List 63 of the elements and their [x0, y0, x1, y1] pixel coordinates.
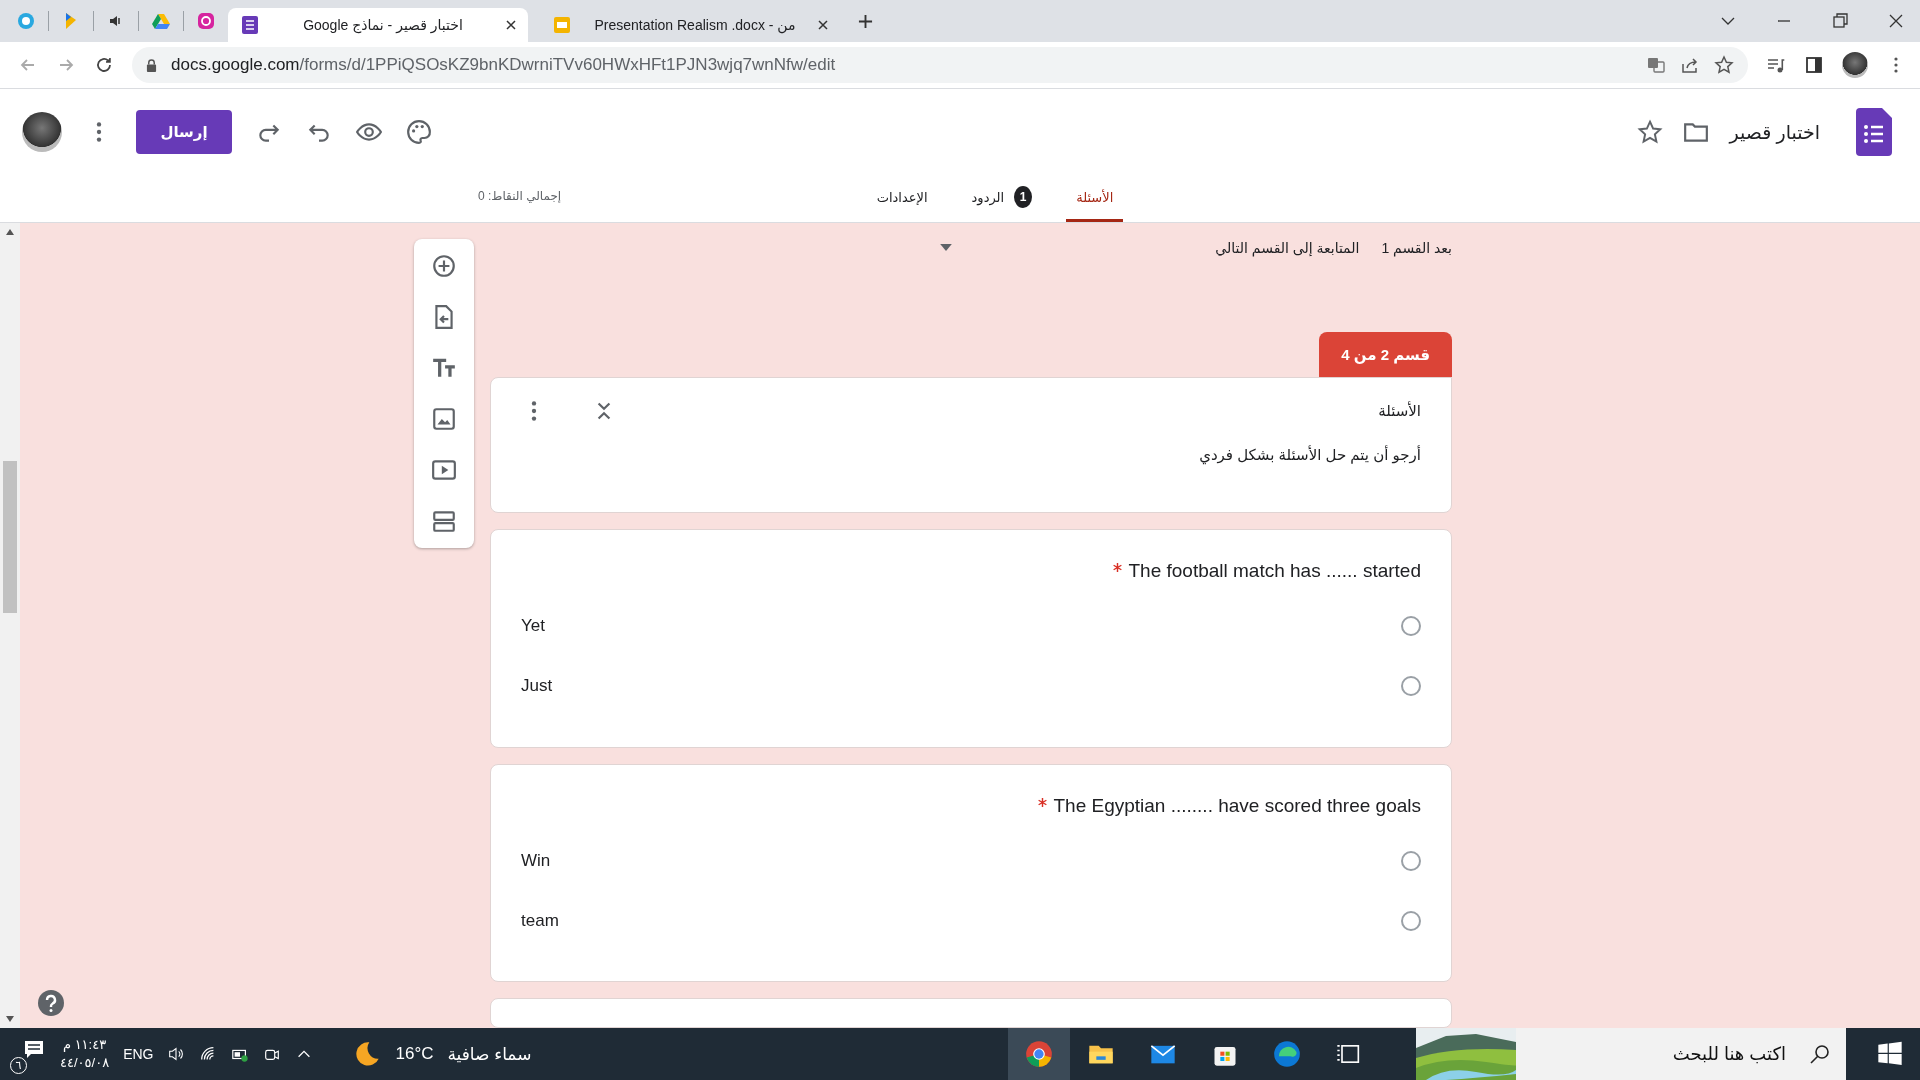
image-icon[interactable]: [431, 406, 457, 432]
star-icon[interactable]: [1714, 55, 1734, 75]
option-label: Win: [521, 850, 551, 871]
section-label: بعد القسم 1: [1381, 239, 1452, 256]
new-tab-icon[interactable]: [858, 13, 873, 29]
clock-date: ٤٤/٠٥/٠٨: [60, 1054, 110, 1072]
star-icon[interactable]: [1637, 119, 1664, 145]
section-navigation-select[interactable]: المتابعة إلى القسم التالي: [1215, 239, 1360, 256]
forms-icon[interactable]: [1856, 108, 1892, 156]
section-icon[interactable]: [431, 508, 457, 534]
weather-text[interactable]: سماء صافية: [447, 1043, 532, 1065]
section-description: أرجو أن يتم حل الأسئلة بشكل فردي: [1198, 446, 1421, 465]
tab-title: Presentation Realism .docx - من: [593, 17, 797, 33]
url-text: docs.google.com/forms/d/1PPiQSOsKZ9bnKDwrniTVv60HWxHFt1PJN3wjq7wnNfw/edit: [171, 55, 836, 75]
scrollbar-thumb[interactable]: [3, 461, 17, 613]
total-points: إجمالي النقاط: 0: [478, 189, 562, 203]
add-icon[interactable]: [431, 253, 457, 279]
circle-app-icon[interactable]: [16, 11, 36, 31]
avatar[interactable]: [22, 112, 62, 152]
question-text: The football match has ...... started: [1128, 560, 1421, 583]
send-button[interactable]: إرسال: [136, 110, 232, 154]
drive-icon[interactable]: [151, 11, 171, 31]
question-text: The Egyptian ........ have scored three goals: [1053, 794, 1421, 817]
browser-tab[interactable]: Presentation Realism .docx - من: [540, 8, 840, 42]
side-panel-icon[interactable]: [1804, 55, 1824, 75]
browser-tab[interactable]: اختبار قصير - نماذج Google: [228, 8, 528, 42]
radio-button[interactable]: [1401, 616, 1421, 637]
language-indicator[interactable]: ENG: [123, 1046, 154, 1062]
option-label: Just: [521, 676, 553, 697]
form-title: اختبار قصير: [1729, 120, 1820, 144]
scroll-down-icon[interactable]: [6, 1016, 14, 1022]
restore-icon[interactable]: [1830, 11, 1850, 31]
radio-button[interactable]: [1401, 850, 1421, 871]
forms-icon: [240, 15, 260, 35]
translate-icon[interactable]: [1646, 55, 1666, 75]
video-icon[interactable]: [431, 457, 457, 483]
avatar[interactable]: [1842, 52, 1868, 78]
close-icon[interactable]: [506, 20, 516, 30]
slides-icon: [552, 15, 572, 35]
help-icon[interactable]: [38, 990, 64, 1016]
lock-icon: [146, 58, 157, 72]
camera-app-icon[interactable]: [196, 11, 216, 31]
section-badge: قسم 2 من 4: [1319, 332, 1452, 378]
radio-button[interactable]: [1401, 676, 1421, 697]
temperature[interactable]: 16°C: [395, 1044, 434, 1064]
option-label: team: [521, 910, 559, 931]
tab-title: اختبار قصير - نماذج Google: [302, 17, 464, 33]
section-title: الأسئلة: [1378, 402, 1421, 421]
volume-icon[interactable]: [167, 1045, 186, 1063]
share-icon[interactable]: [1680, 55, 1700, 75]
dropdown-icon[interactable]: [940, 244, 952, 252]
option-label: Yet: [521, 616, 545, 637]
close-icon[interactable]: [818, 20, 828, 30]
clock-time: ١١:٤٣ م: [62, 1036, 107, 1054]
search-icon: [1808, 1042, 1832, 1066]
reload-icon[interactable]: [94, 55, 114, 75]
scroll-up-icon[interactable]: [6, 229, 14, 235]
address-field[interactable]: docs.google.com/forms/d/1PPiQSOsKZ9bnKDwrniTVv60HWxHFt1PJN3wjq7wnNfw/edit: [132, 47, 1748, 83]
radio-button[interactable]: [1401, 910, 1421, 931]
chrome-icon[interactable]: [1008, 1028, 1070, 1080]
search-field[interactable]: اكتب هنا للبحث: [1516, 1028, 1846, 1080]
palette-icon[interactable]: [406, 119, 432, 145]
form-tab[interactable]: الإعدادات: [866, 175, 938, 222]
